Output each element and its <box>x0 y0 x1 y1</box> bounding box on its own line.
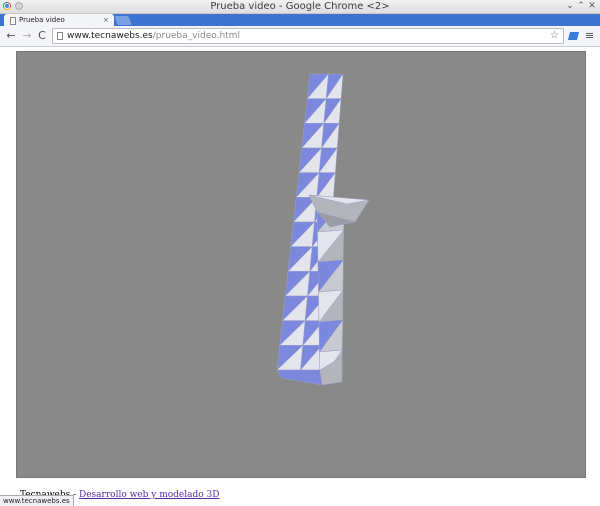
maximize-icon[interactable]: ⌃ <box>576 1 586 11</box>
url-path: /prueba_video.html <box>152 31 240 41</box>
forward-icon[interactable]: → <box>21 29 33 43</box>
bookmark-star-icon[interactable]: ☆ <box>550 29 559 43</box>
back-icon[interactable]: ← <box>5 29 17 43</box>
rubiks-snake-3d-model <box>276 73 370 386</box>
browser-toolbar: ← → C www.tecnawebs.es/prueba_video.html… <box>0 26 600 47</box>
chrome-menu-icon[interactable]: ≡ <box>585 30 594 42</box>
page-content: Tecnawebs - Desarrollo web y modelado 3D <box>0 47 600 506</box>
address-bar[interactable]: www.tecnawebs.es/prueba_video.html ☆ <box>52 28 564 44</box>
snake-model <box>276 73 370 386</box>
reload-icon[interactable]: C <box>36 29 48 43</box>
extension-icon[interactable] <box>567 32 580 40</box>
window-titlebar: Prueba video - Google Chrome <2> ⌄ ⌃ ✕ <box>0 0 600 14</box>
tab-title: Prueba video <box>19 16 65 24</box>
footer-link[interactable]: Desarrollo web y modelado 3D <box>79 490 219 500</box>
webgl-canvas[interactable] <box>16 51 586 478</box>
snake-face <box>276 369 323 386</box>
new-tab-icon[interactable] <box>114 16 132 25</box>
url-host: www.tecnawebs.es <box>67 31 153 41</box>
tab-prueba-video[interactable]: Prueba video × <box>4 14 114 26</box>
close-window-icon[interactable]: ✕ <box>587 1 597 11</box>
tab-close-icon[interactable]: × <box>103 14 109 26</box>
browser-window: Prueba video - Google Chrome <2> ⌄ ⌃ ✕ P… <box>0 0 600 506</box>
url-text[interactable]: www.tecnawebs.es/prueba_video.html <box>67 29 240 43</box>
status-bubble: www.tecnawebs.es <box>0 495 74 506</box>
window-title: Prueba video - Google Chrome <2> <box>210 1 390 12</box>
page-icon <box>10 17 16 25</box>
page-icon <box>57 32 63 40</box>
tab-strip: Prueba video × <box>0 14 600 26</box>
minimize-icon[interactable]: ⌄ <box>565 1 575 11</box>
